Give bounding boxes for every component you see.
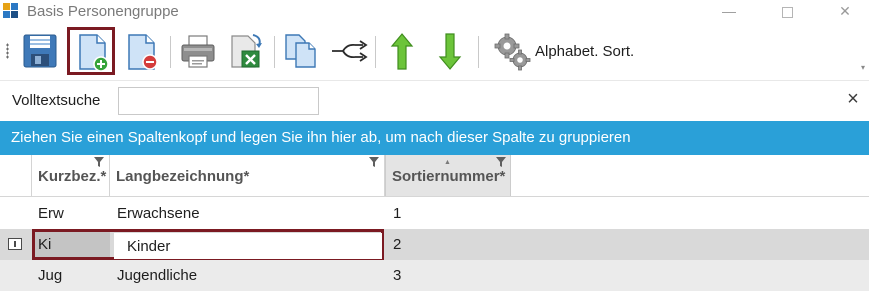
excel-export-icon [231,34,262,68]
sort-ascending-icon: ▲ [444,159,451,166]
filter-icon[interactable] [496,157,506,167]
filter-icon[interactable] [369,157,379,167]
clear-search-button[interactable]: × [843,89,863,111]
close-window-button[interactable]: ✕ [822,0,868,24]
cell-langbezeichnung[interactable]: Erwachsene [110,198,385,229]
cell-kurzbez[interactable]: Erw [32,198,110,229]
cell-sortiernummer[interactable]: 1 [385,198,511,229]
cell-sortiernummer[interactable]: 2 [385,229,511,260]
edit-row-indicator-icon [8,238,22,250]
toolbar-grip[interactable] [6,43,9,59]
minimize-button[interactable]: — [706,0,752,24]
editor-value: Kinder [127,238,171,255]
document-add-icon [79,34,109,72]
cell-editor-highlight: Kinder [32,229,384,260]
new-record-button[interactable] [67,27,115,75]
move-up-button[interactable] [378,27,426,75]
app-icon [3,3,19,19]
window-title: Basis Personengruppe [27,3,179,20]
gears-icon [494,33,531,71]
column-header-label: Langbezeichnung* [116,168,250,185]
copy-document-icon [285,34,316,68]
cell-langbezeichnung[interactable]: Jugendliche [110,260,385,291]
column-header-label: Kurzbez.* [38,168,107,185]
grid-header: Kurzbez.* Langbezeichnung* ▲ Sortiernumm… [0,155,869,197]
filter-icon[interactable] [94,157,104,167]
flow-arrows-icon [332,40,368,62]
alphabet-sort-button[interactable]: Alphabet. Sort. [488,27,648,75]
export-excel-button[interactable] [222,27,270,75]
printer-icon [181,35,215,68]
maximize-button[interactable] [764,0,810,24]
arrow-up-icon [390,33,414,70]
row-indicator-header [0,155,32,196]
search-label: Volltextsuche [12,92,101,109]
document-remove-icon [128,34,158,70]
move-down-button[interactable] [426,27,474,75]
cell-kurzbez[interactable]: Jug [32,260,110,291]
data-grid: Kurzbez.* Langbezeichnung* ▲ Sortiernumm… [0,155,869,300]
copy-button[interactable] [277,27,325,75]
title-bar: Basis Personengruppe — ✕ [0,0,869,24]
toolbar: Alphabet. Sort. ▾ [0,24,869,80]
delete-record-button[interactable] [118,27,166,75]
langbezeichnung-editor[interactable]: Kinder [114,233,382,259]
column-header-sortiernummer[interactable]: ▲ Sortiernummer* [385,155,511,196]
column-header-label: Sortiernummer* [392,168,506,185]
alphabet-sort-label: Alphabet. Sort. [535,43,635,60]
toolbar-overflow-button[interactable]: ▾ [861,63,865,72]
arrow-down-icon [438,33,462,70]
column-header-langbezeichnung[interactable]: Langbezeichnung* [110,155,385,196]
maximize-icon [781,6,793,18]
toolbar-separator [478,36,479,68]
search-input[interactable] [118,87,319,115]
flow-button[interactable] [325,27,373,75]
save-button[interactable] [16,27,64,75]
group-panel-text: Ziehen Sie einen Spaltenkopf und legen S… [11,129,631,146]
column-header-kurzbez[interactable]: Kurzbez.* [32,155,110,196]
floppy-disk-icon [23,34,57,68]
toolbar-separator [170,36,171,68]
print-button[interactable] [174,27,222,75]
cell-sortiernummer[interactable]: 3 [385,260,511,291]
toolbar-separator [375,36,376,68]
group-panel[interactable]: Ziehen Sie einen Spaltenkopf und legen S… [0,121,869,155]
table-row[interactable]: Erw Erwachsene 1 [0,198,869,229]
toolbar-separator [274,36,275,68]
table-row[interactable]: Jug Jugendliche 3 [0,260,869,291]
search-row: Volltextsuche × [0,80,869,120]
